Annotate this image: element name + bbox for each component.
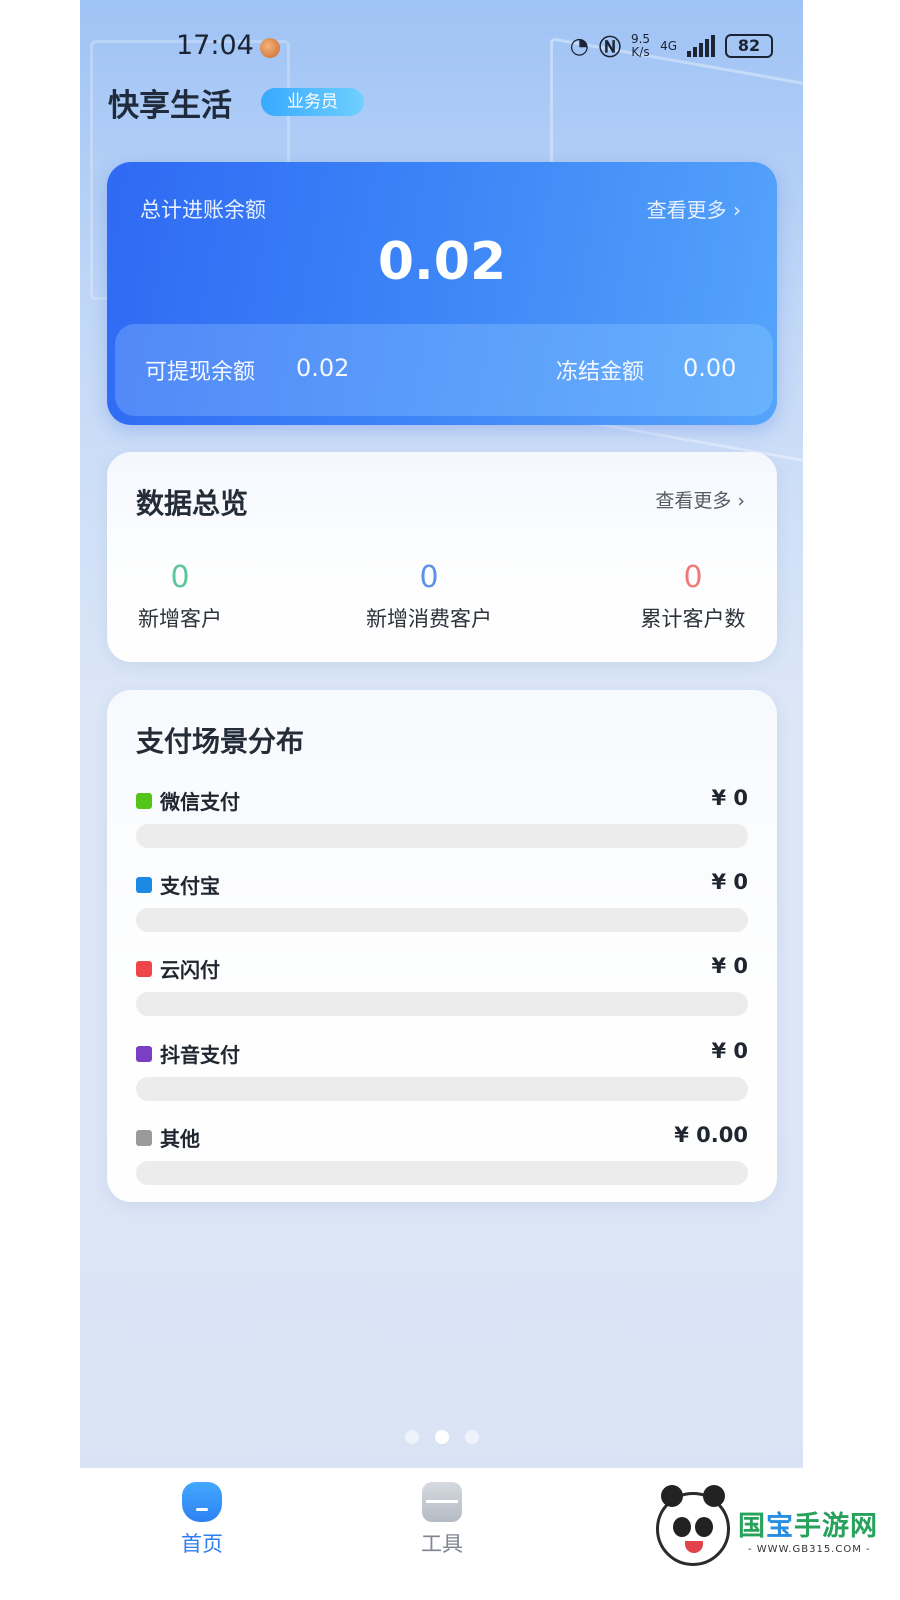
tab-home-label: 首页 <box>181 1532 223 1556</box>
payment-amount: ¥ 0 <box>711 954 748 978</box>
watermark-char: 国 <box>738 1511 766 1542</box>
payment-row-alipay: 支付宝 ¥ 0 <box>136 860 748 932</box>
total-balance-label: 总计进账余额 <box>140 198 266 222</box>
payment-name: 云闪付 <box>160 958 220 982</box>
payment-progress-bar <box>136 908 748 932</box>
speedometer-icon: ◔ <box>569 33 589 59</box>
stat-total-customers: 0 累计客户数 <box>637 560 749 633</box>
status-time: 17:04 <box>176 30 254 61</box>
payment-row-wechat: 微信支付 ¥ 0 <box>136 776 748 848</box>
page-dot[interactable] <box>404 1430 419 1444</box>
battery-icon: 82 <box>725 34 773 58</box>
payment-amount: ¥ 0 <box>711 1039 748 1063</box>
frozen-value: 0.00 <box>683 354 737 382</box>
stat-value: 0 <box>419 560 439 595</box>
stat-label: 累计客户数 <box>640 607 746 631</box>
payment-progress-bar <box>136 1077 748 1101</box>
payment-progress-bar <box>136 992 748 1016</box>
watermark-text: 国宝手游网 <box>738 1504 878 1543</box>
network-speed-unit: K/s <box>631 45 650 59</box>
watermark-url: - WWW.GB315.COM - <box>748 1544 871 1555</box>
balance-card: 总计进账余额 查看更多 › 0.02 可提现余额 0.02 冻结金额 0.00 <box>107 162 777 425</box>
site-watermark: 国宝手游网 - WWW.GB315.COM - <box>636 1478 882 1588</box>
payment-name: 微信支付 <box>160 790 240 814</box>
network-type: 4G <box>660 38 677 53</box>
home-icon <box>182 1482 222 1522</box>
legend-dot <box>136 961 152 977</box>
payment-row-douyin: 抖音支付 ¥ 0 <box>136 1029 748 1101</box>
stat-label: 新增客户 <box>138 607 222 631</box>
frozen-label: 冻结金额 <box>556 360 645 385</box>
status-icons: ◔ Ⓝ 9.5 K/s 4G 82 <box>570 30 773 62</box>
withdrawable-value: 0.02 <box>296 354 350 382</box>
panda-logo-icon <box>656 1485 730 1566</box>
stat-new-customers: 0 新增客户 <box>136 560 224 633</box>
total-balance-value: 0.02 <box>377 232 507 292</box>
payment-amount: ¥ 0 <box>711 870 748 894</box>
payment-name: 其他 <box>160 1127 200 1151</box>
stat-value: 0 <box>170 560 190 595</box>
data-overview-card: 数据总览 查看更多 › 0 新增客户 0 新增消费客户 0 累计客户数 <box>107 452 777 662</box>
overview-title: 数据总览 <box>136 487 249 520</box>
stat-value: 0 <box>683 560 703 595</box>
watermark-char: 宝 <box>766 1511 794 1542</box>
payment-name: 抖音支付 <box>160 1043 240 1067</box>
payment-row-other: 其他 ¥ 0.00 <box>136 1113 748 1185</box>
page-dot[interactable] <box>434 1430 449 1444</box>
payments-title: 支付场景分布 <box>136 725 305 758</box>
network-speed-value: 9.5 <box>630 32 651 46</box>
stat-new-paying-customers: 0 新增消费客户 <box>364 560 494 633</box>
network-speed: 9.5 K/s <box>631 33 650 59</box>
app-title: 快享生活 <box>108 88 232 124</box>
payment-distribution-card: 支付场景分布 微信支付 ¥ 0 支付宝 ¥ 0 云闪付 ¥ 0 抖音支付 ¥ 0 <box>107 690 777 1202</box>
signal-icon <box>687 35 715 57</box>
tab-home[interactable]: 首页 <box>162 1482 242 1558</box>
payment-progress-bar <box>136 824 748 848</box>
toolbox-icon <box>422 1482 462 1522</box>
page-dot[interactable] <box>464 1430 479 1444</box>
page-indicator <box>80 1430 803 1444</box>
stat-label: 新增消费客户 <box>366 607 492 631</box>
payment-amount: ¥ 0.00 <box>674 1123 748 1147</box>
legend-dot <box>136 793 152 809</box>
legend-dot <box>136 877 152 893</box>
legend-dot <box>136 1130 152 1146</box>
tab-tools-label: 工具 <box>421 1532 463 1556</box>
payment-progress-bar <box>136 1161 748 1185</box>
balance-more-link[interactable]: 查看更多 › <box>647 194 741 223</box>
balance-detail-panel: 可提现余额 0.02 冻结金额 0.00 <box>115 324 773 416</box>
nfc-icon: Ⓝ <box>598 36 621 61</box>
watermark-char: 手游网 <box>794 1511 878 1542</box>
phone-screen: 17:04 ◔ Ⓝ 9.5 K/s 4G 82 快享生活 业务员 总计进账余额 … <box>80 0 803 1500</box>
tab-tools[interactable]: 工具 <box>402 1482 482 1558</box>
role-badge: 业务员 <box>261 88 364 116</box>
payment-amount: ¥ 0 <box>711 786 748 810</box>
notification-icon <box>260 38 280 58</box>
legend-dot <box>136 1046 152 1062</box>
payment-name: 支付宝 <box>160 874 220 898</box>
withdrawable-label: 可提现余额 <box>145 360 256 385</box>
overview-more-link[interactable]: 查看更多 › <box>655 486 745 513</box>
payment-row-unionpay: 云闪付 ¥ 0 <box>136 944 748 1016</box>
